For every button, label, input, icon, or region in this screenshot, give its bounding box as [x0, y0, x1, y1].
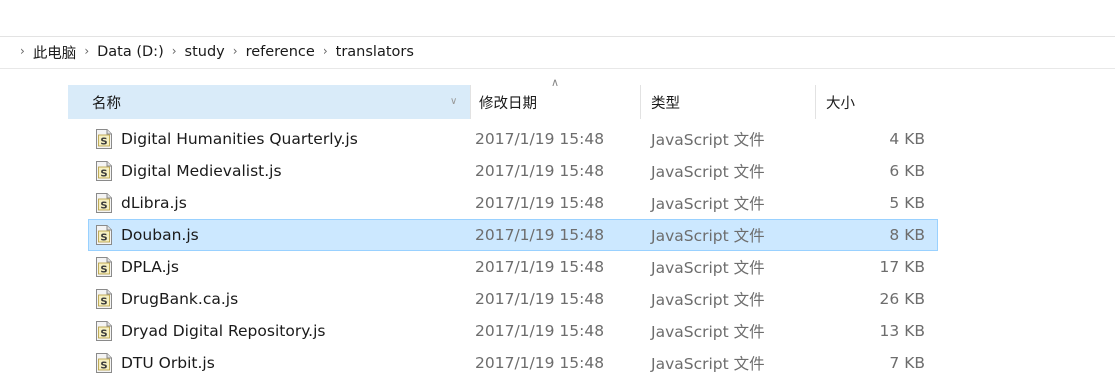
column-header-name[interactable]: 名称 ∨ — [68, 85, 470, 119]
file-name: dLibra.js — [121, 194, 187, 212]
file-type: JavaScript 文件 — [651, 323, 765, 341]
file-name-cell[interactable]: S DPLA.js — [89, 257, 471, 277]
file-type: JavaScript 文件 — [651, 163, 765, 181]
divider — [0, 68, 1115, 69]
js-file-icon: S — [95, 193, 113, 213]
file-date: 2017/1/19 15:48 — [475, 322, 605, 340]
file-name: DPLA.js — [121, 258, 179, 276]
svg-text:S: S — [100, 137, 107, 148]
file-date: 2017/1/19 15:48 — [475, 258, 605, 276]
file-name-cell[interactable]: S Douban.js — [89, 225, 471, 245]
js-file-icon: S — [95, 129, 113, 149]
file-type: JavaScript 文件 — [651, 227, 765, 245]
file-name: Digital Humanities Quarterly.js — [121, 130, 358, 148]
file-date: 2017/1/19 15:48 — [475, 194, 605, 212]
address-bar[interactable]: › 此电脑 › Data (D:) › study › reference › … — [0, 37, 1115, 67]
chevron-right-icon[interactable]: › — [84, 44, 89, 58]
file-name-cell[interactable]: SdLibra.js — [89, 193, 471, 213]
file-type: JavaScript 文件 — [651, 355, 765, 373]
column-header-size[interactable]: 大小 — [815, 85, 933, 119]
svg-text:S: S — [100, 297, 107, 308]
file-type: JavaScript 文件 — [651, 259, 765, 277]
chevron-right-icon[interactable]: › — [323, 44, 328, 58]
file-name: DTU Orbit.js — [121, 354, 215, 372]
file-size: 6 KB — [889, 162, 925, 180]
file-name-cell[interactable]: S DrugBank.ca.js — [89, 289, 471, 309]
js-file-icon: S — [95, 353, 113, 373]
svg-text:S: S — [100, 361, 107, 372]
column-size-label: 大小 — [826, 95, 855, 112]
js-file-icon: S — [95, 289, 113, 309]
file-size: 26 KB — [879, 290, 925, 308]
file-row[interactable]: S Douban.js 2017/1/19 15:48 JavaScript 文件 8 … — [88, 219, 938, 251]
file-date: 2017/1/19 15:48 — [475, 130, 605, 148]
chevron-right-icon[interactable]: › — [20, 44, 25, 58]
file-row[interactable]: S Digital Medievalist.js 2017/1/19 15:48 Ja… — [88, 155, 938, 187]
file-list: S Digital Humanities Quarterly.js 2017/1/1… — [88, 123, 938, 379]
file-row[interactable]: S DPLA.js 2017/1/19 15:48 JavaScript 文件 17 K… — [88, 251, 938, 283]
chevron-right-icon[interactable]: › — [233, 44, 238, 58]
breadcrumb-reference[interactable]: reference — [246, 44, 315, 60]
column-name-label: 名称 — [92, 95, 121, 112]
column-header: 名称 ∨ 修改日期 ∧ 类型 大小 — [68, 76, 938, 119]
chevron-down-icon[interactable]: ∨ — [450, 96, 457, 107]
column-header-date[interactable]: 修改日期 ∧ — [470, 76, 640, 119]
js-file-icon: S — [95, 161, 113, 181]
svg-text:S: S — [100, 265, 107, 276]
file-date: 2017/1/19 15:48 — [475, 162, 605, 180]
breadcrumb-data-drive[interactable]: Data (D:) — [97, 44, 164, 60]
file-name: Douban.js — [121, 226, 199, 244]
file-name-cell[interactable]: S Digital Medievalist.js — [89, 161, 471, 181]
file-name-cell[interactable]: S Dryad Digital Repository.js — [89, 321, 471, 341]
file-row[interactable]: SdLibra.js 2017/1/19 15:48 JavaScript 文件 5 … — [88, 187, 938, 219]
svg-text:S: S — [100, 329, 107, 340]
file-row[interactable]: S DrugBank.ca.js 2017/1/19 15:48 JavaScript… — [88, 283, 938, 315]
file-name: Digital Medievalist.js — [121, 162, 282, 180]
ribbon-cutoff — [0, 0, 1115, 26]
svg-text:S: S — [100, 201, 107, 212]
file-size: 5 KB — [889, 194, 925, 212]
file-type: JavaScript 文件 — [651, 291, 765, 309]
column-type-label: 类型 — [651, 95, 680, 112]
svg-text:S: S — [100, 169, 107, 180]
column-header-type[interactable]: 类型 — [640, 85, 815, 119]
file-row[interactable]: S Digital Humanities Quarterly.js 2017/1/1… — [88, 123, 938, 155]
file-date: 2017/1/19 15:48 — [475, 226, 605, 244]
file-date: 2017/1/19 15:48 — [475, 354, 605, 372]
file-size: 8 KB — [889, 226, 925, 244]
file-size: 4 KB — [889, 130, 925, 148]
breadcrumb-translators[interactable]: translators — [336, 44, 414, 60]
js-file-icon: S — [95, 321, 113, 341]
file-date: 2017/1/19 15:48 — [475, 290, 605, 308]
svg-text:S: S — [100, 233, 107, 244]
file-type: JavaScript 文件 — [651, 131, 765, 149]
column-date-label: 修改日期 — [479, 95, 537, 112]
file-size: 17 KB — [879, 258, 925, 276]
file-row[interactable]: S Dryad Digital Repository.js 2017/1/19 15… — [88, 315, 938, 347]
chevron-right-icon[interactable]: › — [172, 44, 177, 58]
file-name: Dryad Digital Repository.js — [121, 322, 326, 340]
file-row[interactable]: S DTU Orbit.js 2017/1/19 15:48 JavaScript 文… — [88, 347, 938, 379]
js-file-icon: S — [95, 225, 113, 245]
file-name: DrugBank.ca.js — [121, 290, 239, 308]
breadcrumb-study[interactable]: study — [185, 44, 225, 60]
breadcrumb-this-pc[interactable]: 此电脑 — [33, 42, 77, 63]
file-size: 13 KB — [879, 322, 925, 340]
chevron-up-icon: ∧ — [551, 76, 560, 89]
file-type: JavaScript 文件 — [651, 195, 765, 213]
js-file-icon: S — [95, 257, 113, 277]
file-name-cell[interactable]: S Digital Humanities Quarterly.js — [89, 129, 471, 149]
file-size: 7 KB — [889, 354, 925, 372]
file-name-cell[interactable]: S DTU Orbit.js — [89, 353, 471, 373]
